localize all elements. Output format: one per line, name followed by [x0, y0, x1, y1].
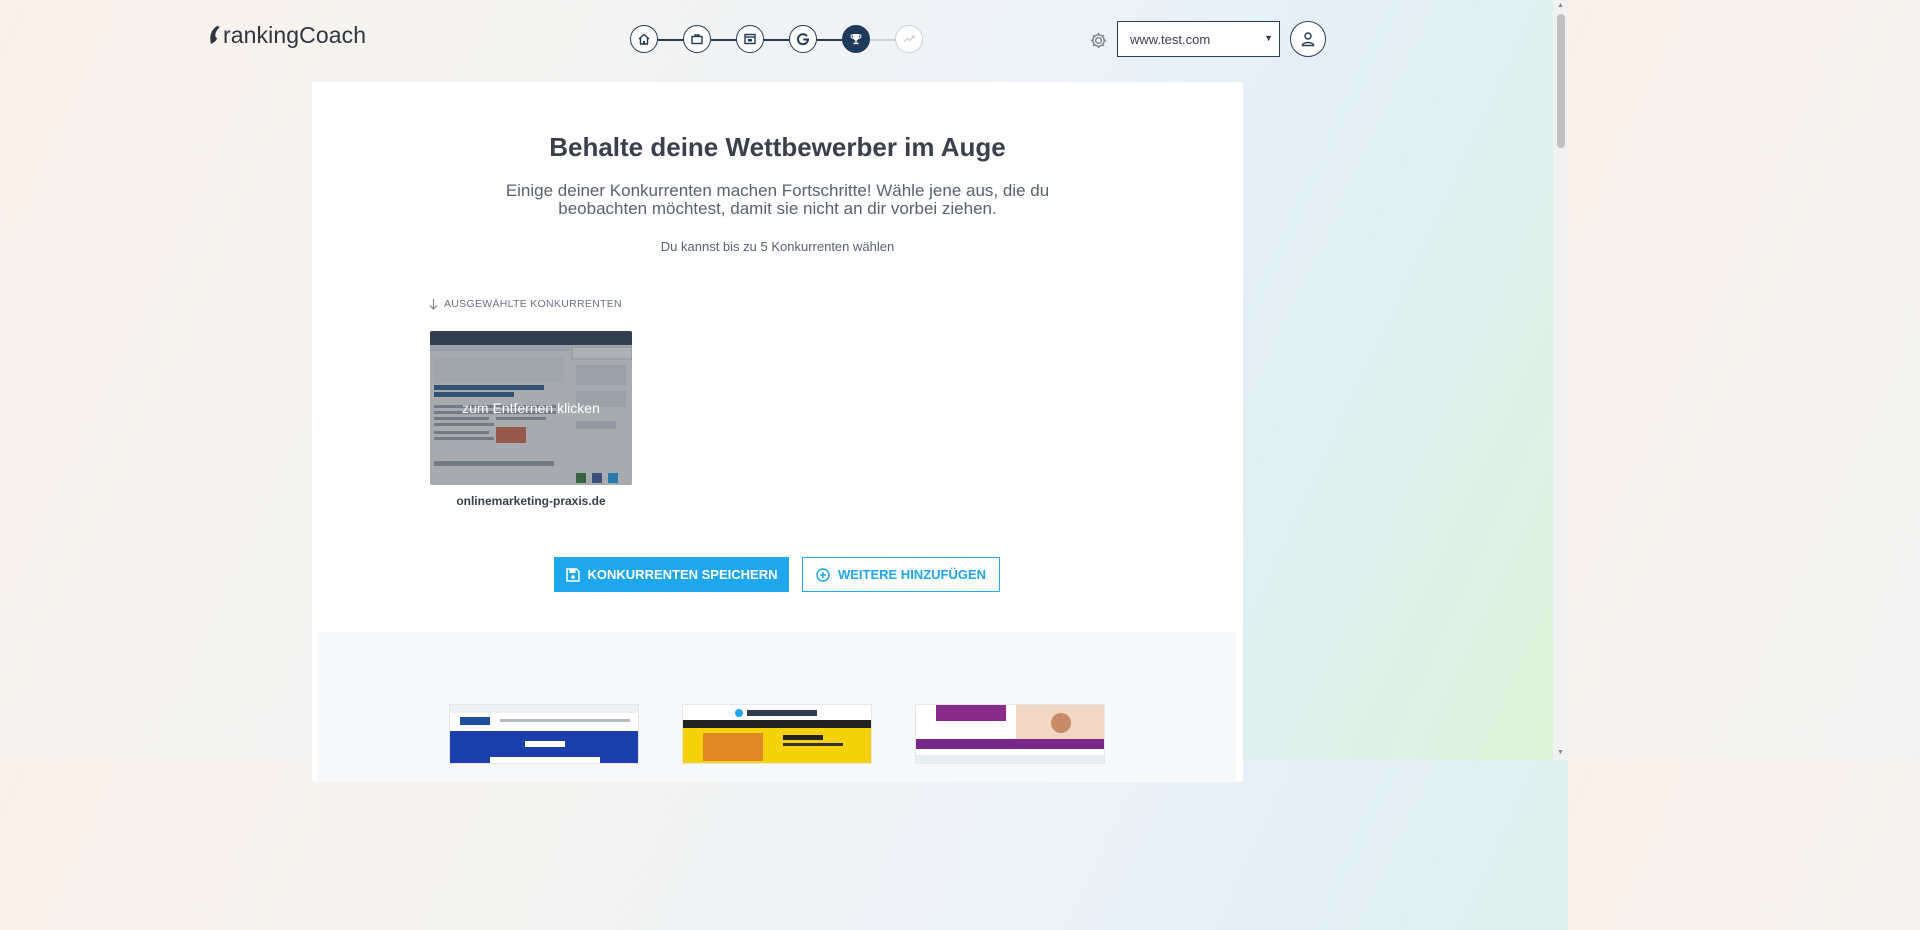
logo[interactable]: rankingCoach — [208, 22, 366, 49]
logo-text: rankingCoach — [223, 22, 367, 48]
gear-icon[interactable] — [1089, 31, 1108, 50]
trophy-icon — [850, 34, 862, 45]
google-icon — [797, 33, 810, 46]
suggested-competitor-card[interactable] — [915, 704, 1105, 764]
suggested-competitor-card[interactable] — [682, 704, 872, 764]
selected-competitor-name: onlinemarketing-praxis.de — [456, 494, 606, 508]
scrollbar-thumb[interactable] — [1557, 14, 1565, 148]
progress-stepper — [630, 25, 924, 55]
step-connector — [764, 39, 790, 41]
page-title: Behalte deine Wettbewerber im Auge — [549, 132, 1006, 162]
rankingcoach-logo-icon — [210, 26, 220, 44]
website-screenshot — [916, 705, 1104, 763]
website-screenshot — [683, 705, 871, 763]
step-connector — [817, 39, 843, 41]
competitors-card: Behalte deine Wettbewerber im Auge Einig… — [312, 82, 1243, 782]
caret-down-icon: ▼ — [1264, 33, 1273, 43]
website-select[interactable]: www.test.com ▼ — [1117, 21, 1280, 57]
section-label-text: AUSGEWÄHLTE KONKURRENTEN — [444, 298, 622, 310]
website-select-value: www.test.com — [1130, 32, 1211, 47]
user-account-button[interactable] — [1290, 21, 1326, 57]
scroll-down-icon[interactable]: ▼ — [1557, 749, 1564, 756]
selection-limit-hint: Du kannst bis zu 5 Konkurrenten wählen — [660, 239, 895, 254]
website-screenshot — [450, 705, 638, 763]
trend-icon — [903, 35, 915, 43]
step-website[interactable] — [736, 25, 764, 53]
briefcase-icon — [691, 34, 703, 45]
page-subtitle: Einige deiner Konkurrenten machen Fortsc… — [505, 181, 1050, 218]
step-google[interactable] — [789, 25, 817, 53]
add-more-label: WEITERE HINZUFÜGEN — [837, 567, 987, 582]
page-scrollbar[interactable]: ▲ ▼ — [1553, 0, 1568, 760]
add-more-button[interactable]: WEITERE HINZUFÜGEN — [802, 557, 1000, 592]
scroll-up-icon[interactable]: ▲ — [1557, 2, 1564, 9]
step-competitors[interactable] — [842, 25, 870, 53]
suggested-competitors — [318, 632, 1236, 782]
suggested-competitor-card[interactable] — [449, 704, 639, 764]
step-connector — [870, 39, 896, 41]
home-icon — [638, 33, 650, 45]
selected-competitors-label: AUSGEWÄHLTE KONKURRENTEN — [429, 298, 622, 310]
user-icon — [1301, 32, 1315, 47]
step-results[interactable] — [895, 25, 923, 53]
save-competitors-label: KONKURRENTEN SPEICHERN — [587, 567, 778, 582]
step-home[interactable] — [630, 25, 658, 53]
step-connector — [711, 39, 737, 41]
remove-overlay-text: zum Entfernen klicken — [462, 400, 600, 416]
remove-overlay[interactable]: zum Entfernen klicken — [430, 331, 632, 485]
selected-competitor-card[interactable]: zum Entfernen klicken — [430, 331, 632, 485]
browser-icon — [744, 33, 756, 45]
save-icon — [565, 567, 580, 582]
step-connector — [658, 39, 684, 41]
arrow-down-icon — [429, 298, 438, 310]
save-competitors-button[interactable]: KONKURRENTEN SPEICHERN — [554, 557, 789, 592]
plus-circle-icon — [816, 567, 830, 582]
step-business[interactable] — [683, 25, 711, 53]
